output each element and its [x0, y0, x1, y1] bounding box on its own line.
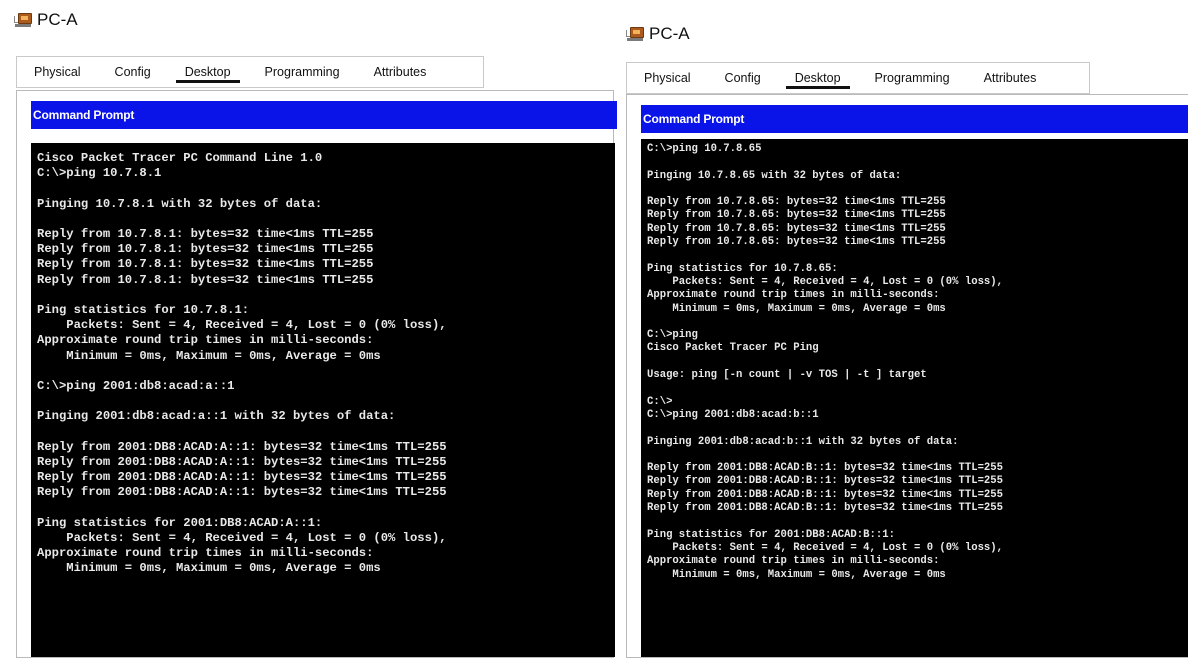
pc-icon [626, 27, 644, 41]
terminal-text: Cisco Packet Tracer PC Command Line 1.0 C… [31, 143, 615, 577]
terminal-line: Reply from 10.7.8.65: bytes=32 time<1ms … [647, 236, 946, 249]
tab-config[interactable]: Config [708, 63, 778, 93]
window-title: PC-A [37, 10, 78, 29]
terminal-output[interactable]: C:\>ping 10.7.8.65 Pinging 10.7.8.65 wit… [641, 139, 1188, 657]
terminal-line: Packets: Sent = 4, Received = 4, Lost = … [647, 541, 1004, 554]
terminal-line: Usage: ping [-n count | -v TOS | -t ] ta… [647, 369, 927, 382]
desktop-panel: Command Prompt Cisco Packet Tracer PC Co… [16, 90, 617, 658]
terminal-line: Reply from 10.7.8.1: bytes=32 time<1ms T… [37, 242, 374, 257]
pc-window-right: PC-A Physical Config Desktop Programming… [612, 0, 1188, 658]
tab-bar: Physical Config Desktop Programming Attr… [626, 62, 1090, 94]
terminal-line: Reply from 10.7.8.1: bytes=32 time<1ms T… [37, 257, 374, 272]
terminal-line: C:\>ping 10.7.8.65 [647, 143, 762, 155]
terminal-line: Cisco Packet Tracer PC Ping [647, 342, 819, 355]
tab-physical[interactable]: Physical [627, 63, 708, 93]
terminal-line: Pinging 10.7.8.65 with 32 bytes of data: [647, 169, 902, 182]
tab-desktop[interactable]: Desktop [778, 63, 858, 93]
terminal-line: Ping statistics for 10.7.8.65: [647, 262, 838, 275]
terminal-line: Ping statistics for 2001:DB8:ACAD:A::1: [37, 515, 323, 530]
terminal-output[interactable]: Cisco Packet Tracer PC Command Line 1.0 C… [31, 143, 615, 657]
terminal-line: Reply from 2001:DB8:ACAD:A::1: bytes=32 … [37, 470, 447, 485]
tab-desktop[interactable]: Desktop [168, 57, 248, 87]
tab-attributes[interactable]: Attributes [357, 57, 444, 87]
tab-bar: Physical Config Desktop Programming Attr… [16, 56, 484, 88]
command-prompt-header: Command Prompt [31, 101, 617, 129]
terminal-line: C:\>ping [647, 329, 698, 342]
terminal-line: Reply from 2001:DB8:ACAD:B::1: bytes=32 … [647, 475, 1004, 488]
terminal-line: Approximate round trip times in milli-se… [647, 289, 940, 302]
terminal-line: Minimum = 0ms, Maximum = 0ms, Average = … [37, 348, 381, 363]
terminal-line: C:\> [647, 395, 673, 408]
pc-window-left: PC-A Physical Config Desktop Programming… [0, 0, 617, 658]
terminal-line: Cisco Packet Tracer PC Command Line 1.0 [37, 151, 323, 165]
window-title: PC-A [649, 24, 690, 43]
terminal-line: Minimum = 0ms, Maximum = 0ms, Average = … [647, 568, 946, 581]
terminal-line: Packets: Sent = 4, Received = 4, Lost = … [647, 275, 1004, 288]
tab-attributes[interactable]: Attributes [967, 63, 1054, 93]
terminal-line: Minimum = 0ms, Maximum = 0ms, Average = … [37, 561, 381, 576]
terminal-line: Reply from 10.7.8.65: bytes=32 time<1ms … [647, 209, 946, 222]
terminal-line: Ping statistics for 10.7.8.1: [37, 303, 250, 318]
terminal-line: C:\>ping 2001:db8:acad:a::1 [37, 379, 235, 394]
terminal-line: Reply from 2001:DB8:ACAD:B::1: bytes=32 … [647, 488, 1004, 501]
terminal-line: Ping statistics for 2001:DB8:ACAD:B::1: [647, 528, 895, 541]
tab-programming[interactable]: Programming [858, 63, 967, 93]
terminal-line: Reply from 2001:DB8:ACAD:A::1: bytes=32 … [37, 439, 447, 454]
terminal-line: Packets: Sent = 4, Received = 4, Lost = … [37, 318, 447, 333]
tab-config[interactable]: Config [98, 57, 168, 87]
terminal-line: Reply from 2001:DB8:ACAD:B::1: bytes=32 … [647, 502, 1004, 515]
terminal-line: Reply from 2001:DB8:ACAD:A::1: bytes=32 … [37, 455, 447, 470]
terminal-line: C:\>ping 10.7.8.1 [37, 166, 162, 181]
terminal-line: Pinging 10.7.8.1 with 32 bytes of data: [37, 196, 323, 211]
terminal-line: Reply from 10.7.8.65: bytes=32 time<1ms … [647, 196, 946, 209]
terminal-line: Reply from 2001:DB8:ACAD:B::1: bytes=32 … [647, 462, 1004, 475]
pc-icon [14, 13, 32, 27]
window-title-bar: PC-A [626, 24, 690, 44]
terminal-line: Minimum = 0ms, Maximum = 0ms, Average = … [647, 302, 946, 315]
terminal-text: C:\>ping 10.7.8.65 Pinging 10.7.8.65 wit… [641, 139, 1188, 582]
window-title-bar: PC-A [14, 10, 78, 30]
terminal-line: Reply from 10.7.8.65: bytes=32 time<1ms … [647, 222, 946, 235]
terminal-line: Approximate round trip times in milli-se… [647, 555, 940, 568]
terminal-line: C:\>ping 2001:db8:acad:b::1 [647, 408, 819, 421]
command-prompt-header: Command Prompt [641, 105, 1188, 133]
terminal-line: Packets: Sent = 4, Received = 4, Lost = … [37, 531, 447, 546]
terminal-line: Reply from 10.7.8.1: bytes=32 time<1ms T… [37, 227, 374, 242]
tab-physical[interactable]: Physical [17, 57, 98, 87]
terminal-line: Pinging 2001:db8:acad:a::1 with 32 bytes… [37, 409, 396, 424]
terminal-line: Approximate round trip times in milli-se… [37, 333, 374, 348]
terminal-line: Reply from 10.7.8.1: bytes=32 time<1ms T… [37, 272, 374, 287]
terminal-line: Reply from 2001:DB8:ACAD:A::1: bytes=32 … [37, 485, 447, 500]
tab-programming[interactable]: Programming [248, 57, 357, 87]
desktop-panel: Command Prompt C:\>ping 10.7.8.65 Pingin… [626, 94, 1188, 658]
terminal-line: Pinging 2001:db8:acad:b::1 with 32 bytes… [647, 435, 959, 448]
terminal-line: Approximate round trip times in milli-se… [37, 546, 374, 561]
